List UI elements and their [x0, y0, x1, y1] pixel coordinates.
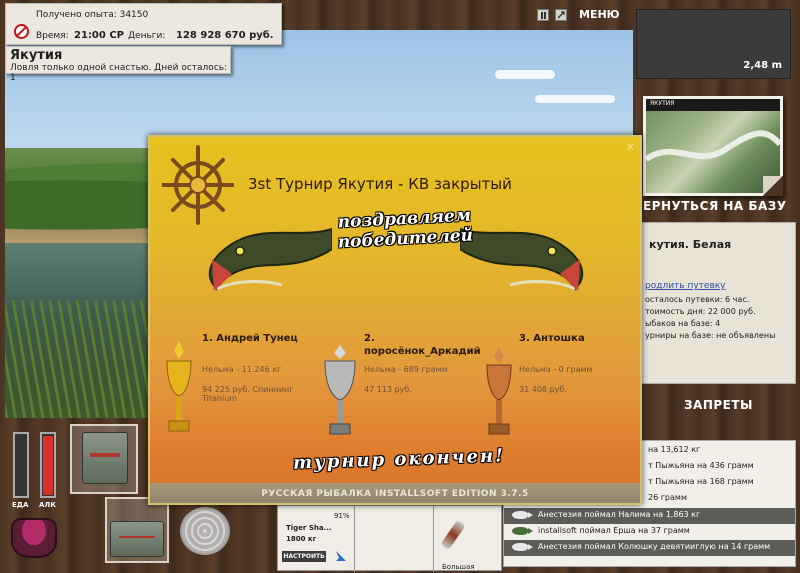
- food-label: ЕДА: [12, 501, 29, 509]
- depth-sonar: 2,48 m: [636, 9, 791, 79]
- pause-button[interactable]: [537, 9, 549, 21]
- base-info-line: тоимость дня: 22 000 руб.: [645, 307, 756, 316]
- second-place-catch: Нельма - 689 грамм: [364, 365, 448, 374]
- second-place-prize: 47 113 руб.: [364, 385, 412, 394]
- alcohol-meter: [40, 432, 56, 498]
- tournament-finished-banner: турнир окончен!: [292, 445, 506, 474]
- alcohol-meter-fill: [43, 436, 53, 495]
- location-title: Якутия: [10, 48, 63, 63]
- time-value: 21:00 СР: [74, 30, 124, 41]
- fish-icon: [512, 527, 533, 535]
- close-icon[interactable]: ×: [626, 140, 635, 153]
- base-title: кутия. Белая: [649, 238, 732, 251]
- bronze-cup-icon: [486, 347, 512, 435]
- divider: [354, 506, 355, 572]
- bans-button[interactable]: ЗАПРЕТЫ: [684, 398, 753, 412]
- third-place-catch: Нельма - 0 грамм: [519, 365, 593, 374]
- money-value: 128 928 670 руб.: [176, 30, 274, 41]
- alcohol-label: АЛК: [39, 501, 56, 509]
- tournament-results-dialog: × 3st Турнир Якутия - КВ закрытый поздра…: [148, 135, 642, 505]
- base-info-line: ыбаков на базе: 4: [645, 319, 721, 328]
- second-place-name: поросёнок_Аркадий: [364, 346, 481, 357]
- rod-name: Tiger Sha...: [286, 524, 332, 532]
- base-info-line: осталось путевки: 6 час.: [645, 295, 750, 304]
- cloud: [535, 95, 615, 103]
- depth-value: 2,48 m: [743, 60, 782, 71]
- menu-button[interactable]: МЕНЮ: [579, 8, 620, 21]
- ship-wheel-icon: [162, 145, 234, 225]
- extend-permit-link[interactable]: родлить путевку: [645, 281, 726, 291]
- groundbait-bowl-icon[interactable]: [11, 518, 57, 558]
- fish-icon: [512, 511, 533, 519]
- status-panel: Получено опыта: 34150 Время: 21:00 СР Де…: [5, 3, 282, 45]
- lure-label: Большая: [442, 563, 475, 571]
- silver-cup-icon: [324, 345, 356, 435]
- inventory-slot[interactable]: [105, 497, 169, 563]
- list-item: Анестезия поймал Колюшку девятииглую на …: [504, 540, 795, 556]
- base-info-panel: кутия. Белая родлить путевку осталось пу…: [640, 222, 796, 384]
- lure-icon[interactable]: [440, 519, 466, 551]
- rod-durability: 91%: [334, 512, 350, 520]
- fullscreen-button[interactable]: [555, 9, 567, 21]
- return-to-base-button[interactable]: ЗЕРНУТЬСЯ НА БАЗУ: [634, 199, 787, 213]
- inventory-slot[interactable]: [70, 424, 138, 494]
- money-label: Деньги:: [128, 31, 166, 41]
- setup-button[interactable]: НАСТРОИТЬ: [282, 551, 326, 562]
- page-fold-icon: [763, 176, 783, 196]
- tournament-title: 3st Турнир Якутия - КВ закрытый: [248, 175, 512, 193]
- expand-icon: [557, 11, 565, 19]
- keepnet-icon[interactable]: [180, 507, 230, 555]
- third-place-prize: 31 408 руб.: [519, 385, 567, 394]
- tackle-box-icon: [110, 521, 164, 557]
- no-fishing-icon: [14, 24, 29, 39]
- first-place-name: 1. Андрей Тунец: [202, 333, 298, 344]
- second-place-number: 2.: [364, 333, 375, 344]
- divider: [433, 506, 434, 572]
- time-label: Время:: [36, 31, 69, 41]
- arrow-icon[interactable]: [336, 551, 346, 561]
- location-panel: Якутия Ловля только одной снастью. Дней …: [5, 46, 231, 83]
- first-place-prize: 94 225 руб. Спиннинг Titanium: [202, 385, 294, 403]
- gold-cup-icon: [166, 341, 192, 432]
- experience-text: Получено опыта: 34150: [36, 10, 149, 20]
- list-item: Анестезия поймал Налима на 1,863 кг: [504, 508, 795, 524]
- location-map-card[interactable]: ЯКУТИЯ: [643, 96, 783, 196]
- first-place-catch: Нельма - 11.246 кг: [202, 365, 282, 374]
- food-meter: [13, 432, 29, 498]
- location-subtitle: Ловля только одной снастью. Дней осталос…: [10, 63, 228, 83]
- fish-icon: [512, 543, 533, 551]
- river-icon: [646, 130, 780, 162]
- list-item: installsoft поймал Ерша на 37 грамм: [504, 524, 795, 540]
- reeds: [5, 300, 155, 418]
- rod-max-weight: 1800 кг: [286, 535, 317, 543]
- base-info-line: урниры на базе: не объявлены: [645, 331, 776, 340]
- game-edition-bar: РУССКАЯ РЫБАЛКА INSTALLSOFT EDITION 3.7.…: [150, 483, 640, 503]
- tackle-box-icon: [82, 432, 128, 484]
- cloud: [495, 70, 555, 79]
- third-place-name: 3. Антошка: [519, 333, 585, 344]
- rod-panel: 91% Tiger Sha... 1800 кг НАСТРОИТЬ Больш…: [277, 505, 502, 572]
